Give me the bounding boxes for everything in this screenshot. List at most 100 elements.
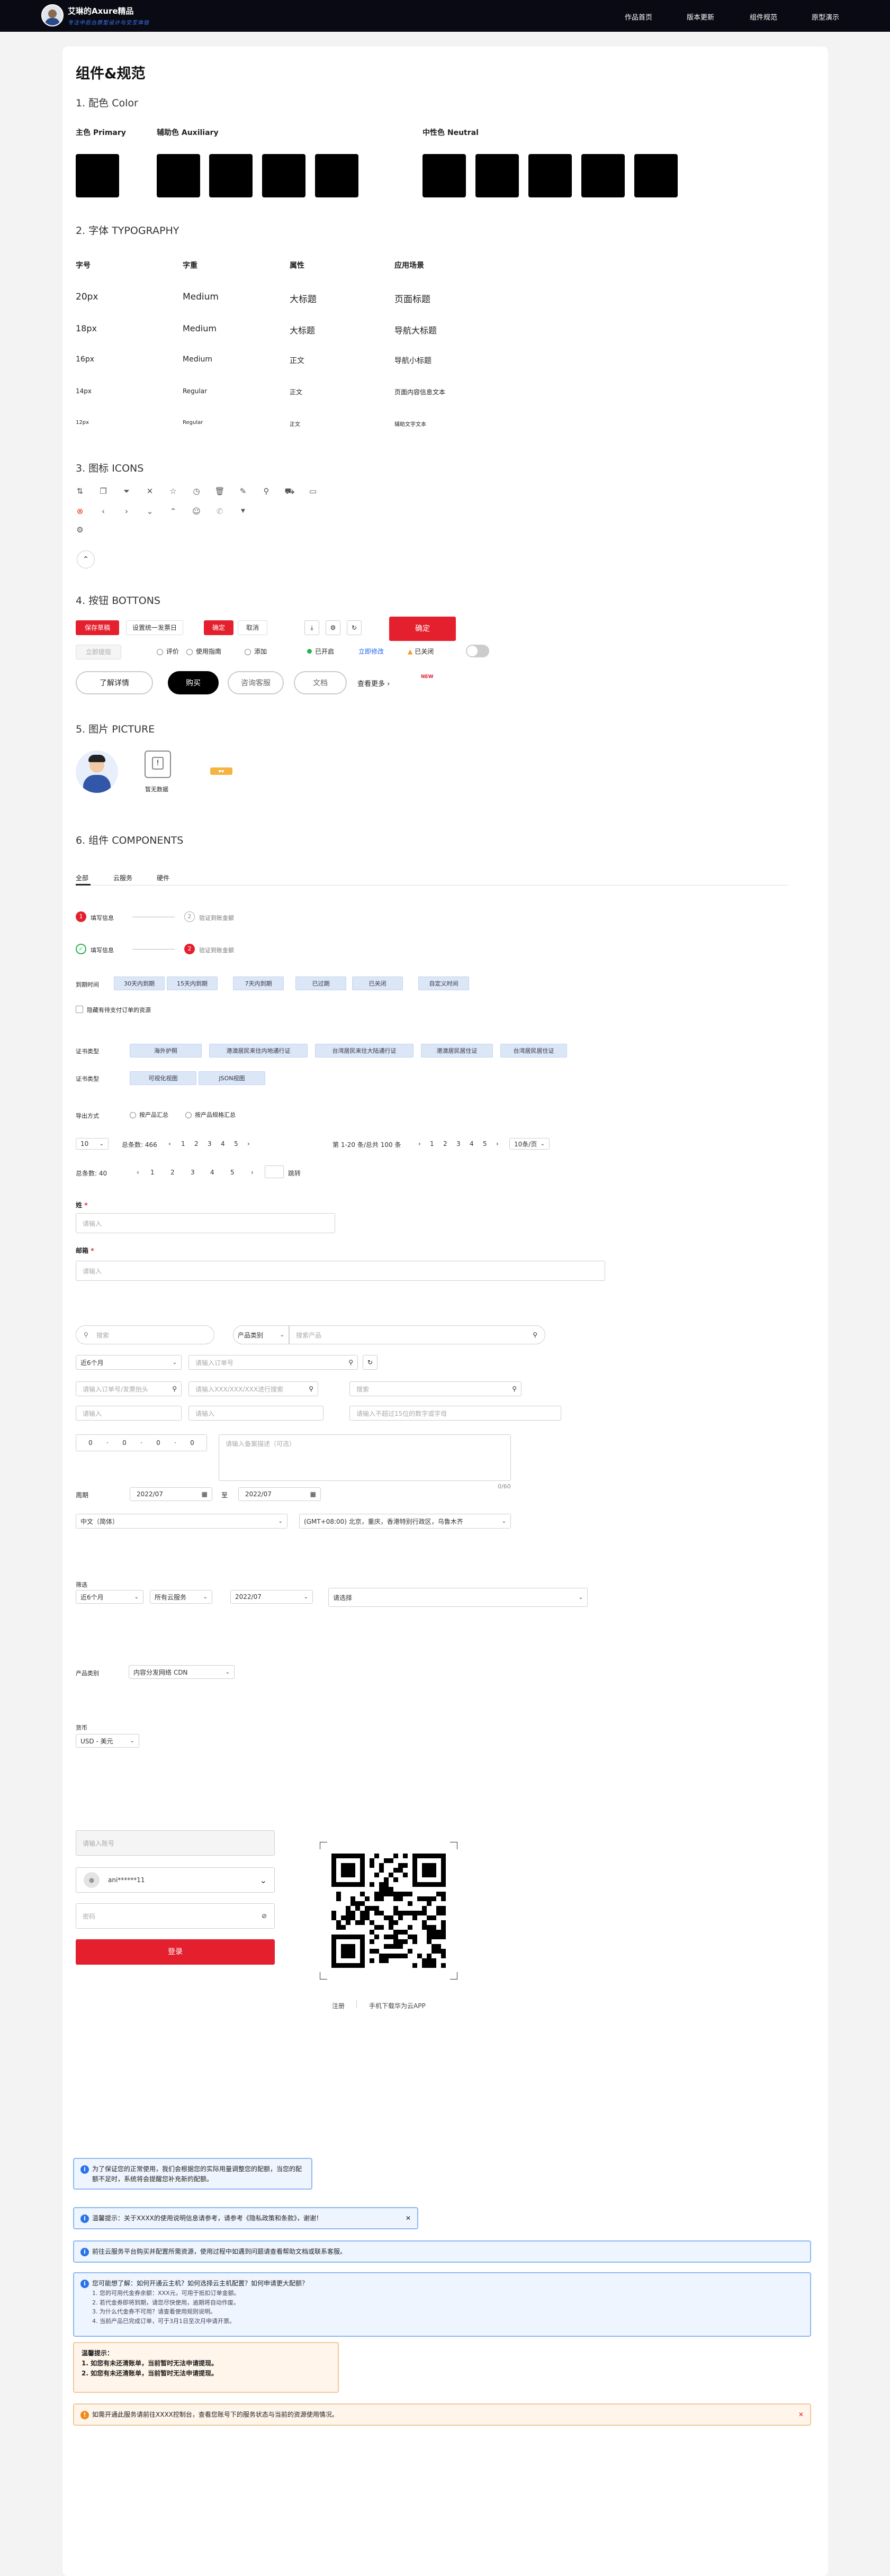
refresh-icon[interactable]: ↻ bbox=[363, 1355, 377, 1370]
refresh-icon[interactable]: ↻ bbox=[347, 620, 362, 635]
currency-select[interactable]: USD - 美元 ⌄ bbox=[76, 1734, 139, 1748]
expire-tag[interactable]: 已关闭 bbox=[352, 977, 403, 990]
sort-icon[interactable]: ⇅ bbox=[74, 485, 86, 497]
page-size-select[interactable]: 10 ⌄ bbox=[76, 1138, 109, 1150]
language-select[interactable]: 中文（简体） ⌄ bbox=[76, 1514, 287, 1529]
recent-select[interactable]: 近6个月 ⌄ bbox=[76, 1355, 182, 1370]
view-tag[interactable]: JSON视图 bbox=[199, 1071, 265, 1085]
cert-tag[interactable]: 港澳居民来往内地通行证 bbox=[209, 1044, 308, 1057]
view-tag[interactable]: 可视化视图 bbox=[130, 1071, 196, 1085]
copy-icon[interactable]: ❐ bbox=[97, 485, 109, 497]
nav-home[interactable]: 作品首页 bbox=[625, 12, 652, 22]
pager-page[interactable]: 4 bbox=[470, 1140, 474, 1147]
export-option[interactable]: 按产品汇总 bbox=[130, 1110, 168, 1119]
pager-prev[interactable]: ‹ bbox=[168, 1140, 171, 1147]
view-more-link[interactable]: 查看更多 › bbox=[357, 678, 390, 688]
pager-page[interactable]: 4 bbox=[221, 1140, 225, 1147]
pager-page[interactable]: 4 bbox=[210, 1169, 214, 1176]
settings-icon[interactable]: ⚙ bbox=[74, 524, 86, 536]
register-link[interactable]: 注册 bbox=[332, 2001, 345, 2010]
pager-page[interactable]: 3 bbox=[191, 1169, 195, 1176]
chevron-left-icon[interactable]: ‹ bbox=[97, 505, 109, 517]
cancel-button[interactable]: 取消 bbox=[238, 620, 267, 635]
start-date-input[interactable]: 2022/07 ▦ bbox=[130, 1487, 212, 1501]
filter-icon[interactable]: ⏷ bbox=[121, 485, 132, 497]
cart-icon[interactable]: ⛟ bbox=[284, 485, 295, 497]
order-search-input[interactable]: 请输入订单号 ⚲ bbox=[188, 1355, 358, 1370]
filter-recent-select[interactable]: 近6个月 ⌄ bbox=[76, 1590, 143, 1604]
nav-demo[interactable]: 原型演示 bbox=[812, 12, 839, 22]
expire-tag[interactable]: 自定义时间 bbox=[418, 977, 469, 990]
close-icon[interactable]: ✕ bbox=[798, 2410, 804, 2420]
withdraw-button[interactable]: 立即提现 bbox=[76, 645, 121, 659]
expire-tag[interactable]: 已过期 bbox=[295, 977, 346, 990]
pager-page[interactable]: 2 bbox=[170, 1169, 175, 1176]
chevron-up-icon[interactable]: ⌃ bbox=[167, 505, 179, 517]
doc-button[interactable]: 文档 bbox=[294, 671, 347, 694]
cert-tag[interactable]: 海外护照 bbox=[130, 1044, 202, 1057]
caret-down-icon[interactable]: ▼ bbox=[237, 505, 249, 517]
hide-resources-checkbox[interactable] bbox=[76, 1006, 83, 1013]
pager-page[interactable]: 3 bbox=[456, 1140, 461, 1147]
pager-page[interactable]: 5 bbox=[230, 1169, 235, 1176]
coupon-search-input[interactable]: 请输入XXX/XXX/XXX进行搜索 ⚲ bbox=[188, 1381, 318, 1396]
expire-tag[interactable]: 15天内到期 bbox=[167, 977, 218, 990]
timezone-select[interactable]: (GMT+08:00) 北京，重庆，香港特别行政区，乌鲁木齐 ⌄ bbox=[299, 1514, 511, 1529]
pager-next[interactable]: › bbox=[496, 1140, 499, 1147]
jump-input[interactable] bbox=[265, 1165, 284, 1178]
pager-next[interactable]: › bbox=[251, 1169, 254, 1176]
tab-hardware[interactable]: 硬件 bbox=[157, 873, 169, 882]
contact-button[interactable]: 咨询客服 bbox=[228, 671, 284, 694]
short-input[interactable]: 请输入 bbox=[188, 1406, 323, 1421]
cert-tag[interactable]: 台湾居民居住证 bbox=[500, 1044, 567, 1057]
ip-input[interactable]: 0 · 0 · 0 · 0 bbox=[76, 1434, 207, 1451]
smile-icon[interactable]: ☺ bbox=[191, 505, 202, 517]
user-select[interactable]: ● ani******11 ⌄ bbox=[76, 1867, 275, 1893]
download-app-link[interactable]: 手机下载华为云APP bbox=[369, 2001, 426, 2010]
pager-prev[interactable]: ‹ bbox=[137, 1169, 139, 1176]
phone-icon[interactable]: ✆ bbox=[214, 505, 226, 517]
eval-option[interactable]: 评价 bbox=[157, 647, 179, 656]
toggle-switch[interactable] bbox=[466, 645, 489, 657]
pager-page[interactable]: 2 bbox=[443, 1140, 447, 1147]
edit-icon[interactable]: ✎ bbox=[237, 485, 249, 497]
end-date-input[interactable]: 2022/07 ▦ bbox=[238, 1487, 321, 1501]
pager-next[interactable]: › bbox=[247, 1140, 250, 1147]
big-confirm-button[interactable]: 确定 bbox=[389, 617, 456, 641]
nav-versions[interactable]: 版本更新 bbox=[687, 12, 714, 22]
filter-service-select[interactable]: 所有云服务 ⌄ bbox=[150, 1590, 212, 1604]
short-input[interactable]: 请输入 bbox=[76, 1406, 182, 1421]
search-input[interactable]: ⚲ 搜索 bbox=[76, 1325, 214, 1344]
tab-all[interactable]: 全部 bbox=[76, 873, 88, 882]
pager-page[interactable]: 5 bbox=[234, 1140, 238, 1147]
invoice-search-input[interactable]: 请输入订单号/发票抬头 ⚲ bbox=[76, 1381, 182, 1396]
learn-more-button[interactable]: 了解详情 bbox=[76, 671, 153, 694]
set-invoice-button[interactable]: 设置统一发票日 bbox=[126, 620, 183, 635]
jump-label[interactable]: 跳转 bbox=[288, 1169, 301, 1178]
pager-page[interactable]: 1 bbox=[181, 1140, 185, 1147]
pager-page[interactable]: 1 bbox=[150, 1169, 155, 1176]
error-circle-icon[interactable]: ⊗ bbox=[74, 505, 86, 517]
description-textarea[interactable]: 请输入备案描述（可选） bbox=[219, 1434, 511, 1481]
pager-page[interactable]: 3 bbox=[208, 1140, 212, 1147]
account-input[interactable]: 请输入账号 bbox=[76, 1830, 275, 1856]
password-input[interactable]: 密码 ⊘ bbox=[76, 1903, 275, 1929]
filter-choose-select[interactable]: 请选择 ⌄ bbox=[328, 1588, 588, 1607]
pager-page[interactable]: 1 bbox=[430, 1140, 434, 1147]
pager-prev[interactable]: ‹ bbox=[418, 1140, 421, 1147]
delete-icon[interactable]: ▭ bbox=[307, 485, 319, 497]
chevron-right-icon[interactable]: › bbox=[121, 505, 132, 517]
cert-tag[interactable]: 港澳居民居住证 bbox=[421, 1044, 493, 1057]
per-page-select[interactable]: 10条/页 ⌄ bbox=[509, 1138, 550, 1150]
expire-tag[interactable]: 30天内到期 bbox=[114, 977, 165, 990]
tab-cloud[interactable]: 云服务 bbox=[113, 873, 132, 882]
product-search-input[interactable]: 搜索产品 ⚲ bbox=[289, 1325, 545, 1344]
close-icon[interactable]: ✕ bbox=[406, 2213, 411, 2224]
download-icon[interactable]: ⤓ bbox=[304, 620, 319, 635]
long-input[interactable]: 请输入不超过15位的数字或字母 bbox=[349, 1406, 561, 1421]
filter-date-select[interactable]: 2022/07 ⌄ bbox=[230, 1590, 313, 1604]
add-option[interactable]: 添加 bbox=[245, 647, 267, 656]
search-icon[interactable]: ⚲ bbox=[260, 485, 272, 497]
pager-page[interactable]: 2 bbox=[194, 1140, 199, 1147]
usage-guide-option[interactable]: 使用指南 bbox=[186, 647, 221, 656]
